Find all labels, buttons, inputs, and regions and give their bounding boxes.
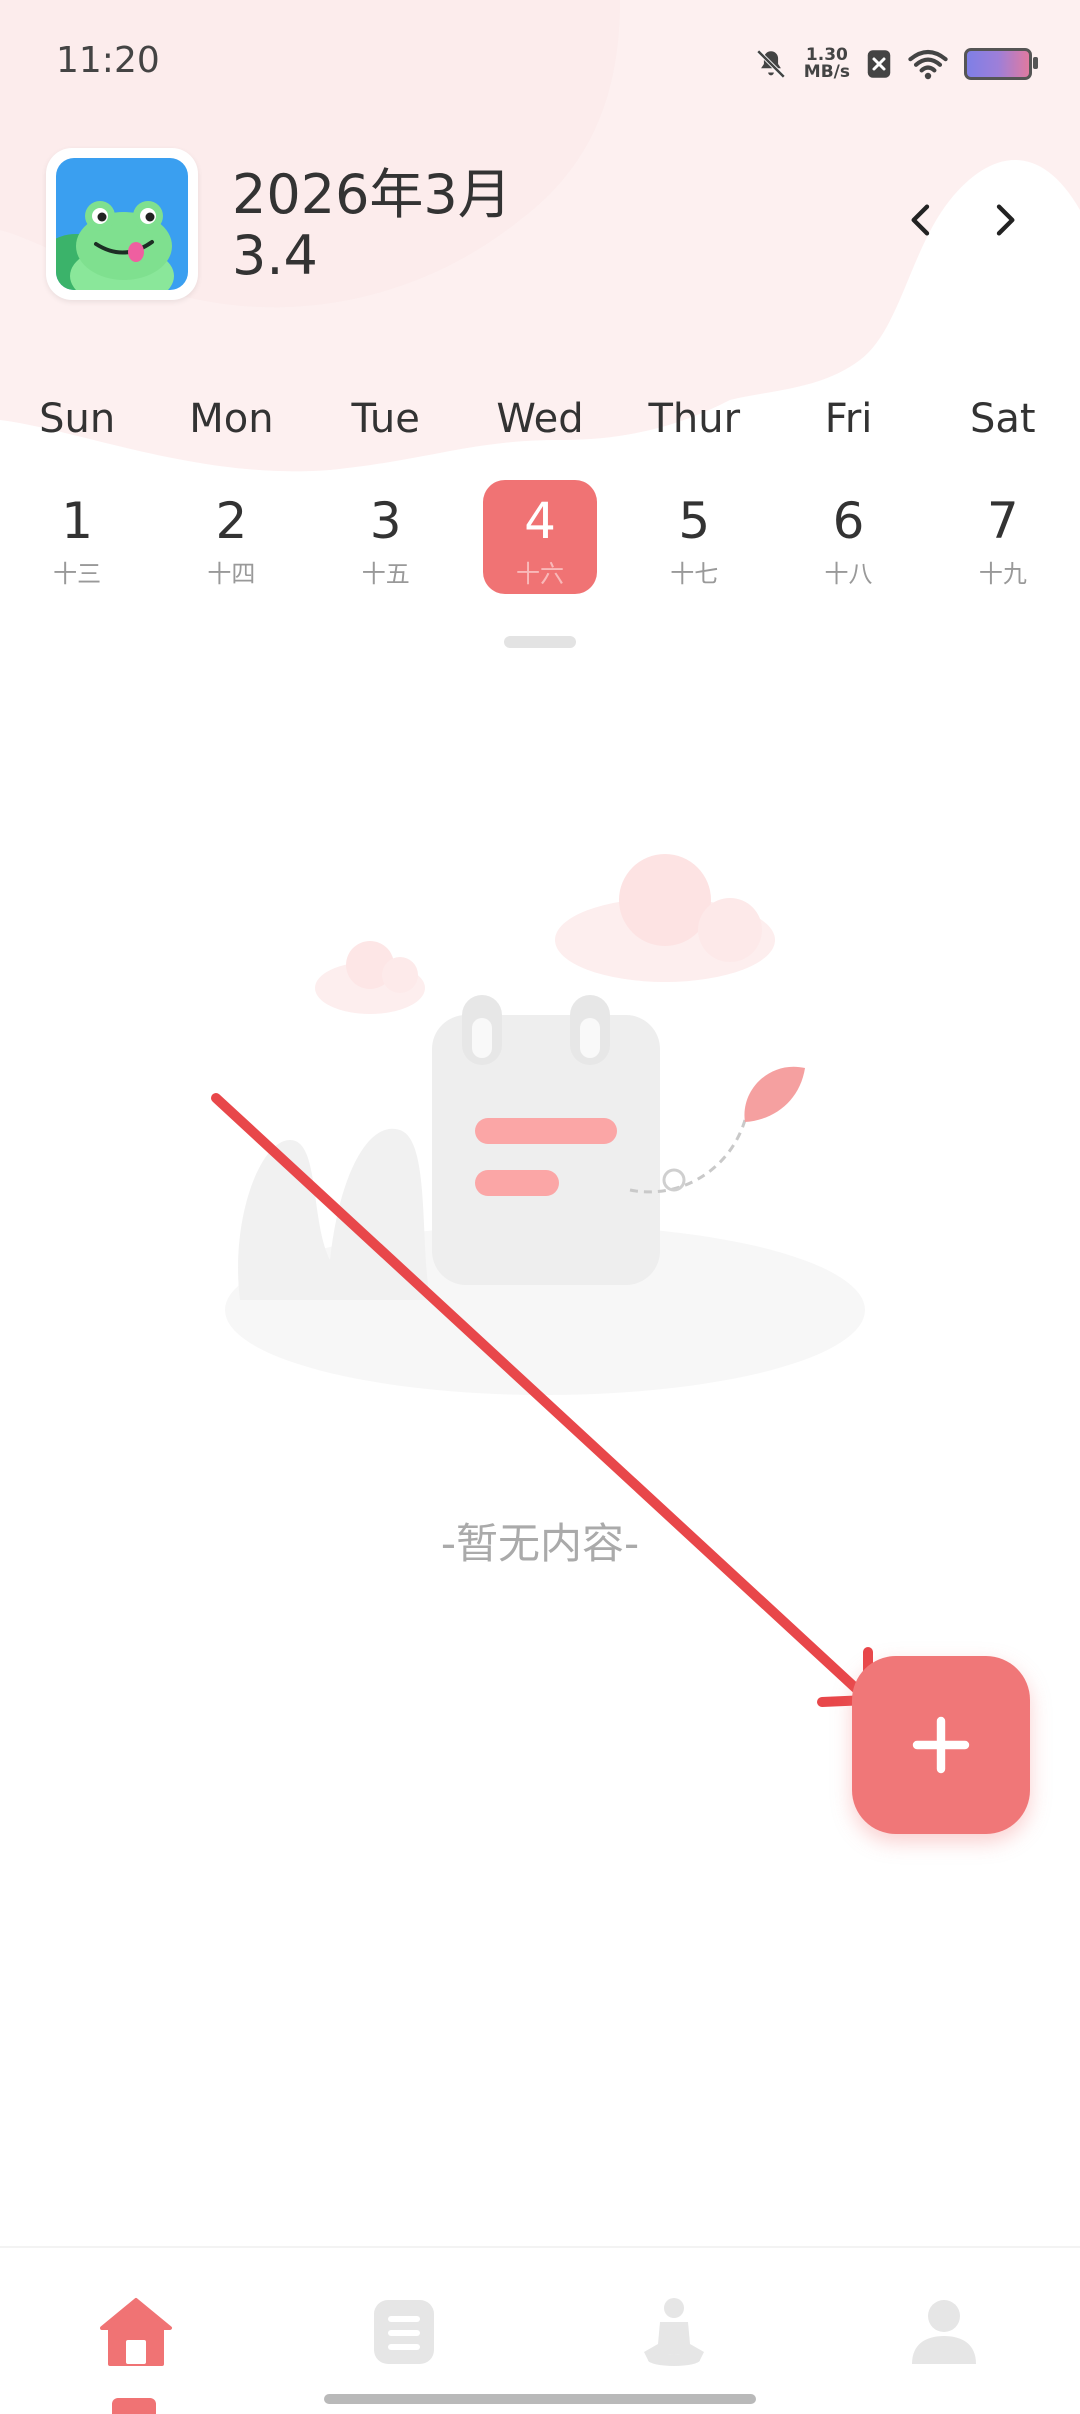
- weekday-label: Mon: [189, 396, 274, 442]
- avatar[interactable]: [46, 148, 198, 300]
- status-time: 11:20: [56, 40, 160, 81]
- day-number: 6: [832, 492, 865, 550]
- add-event-button[interactable]: [852, 1656, 1030, 1834]
- lunar-date: 十七: [670, 560, 719, 588]
- mute-icon: [756, 49, 786, 79]
- user-icon: [912, 2300, 976, 2364]
- day-cell[interactable]: 1 十三: [0, 480, 154, 600]
- status-icons: 1.30 MB/s: [754, 40, 1038, 88]
- nav-list[interactable]: [364, 2292, 444, 2372]
- weekday-label: Sun: [39, 396, 116, 442]
- weekday-row: Sun Mon Tue Wed Thur Fri Sat: [0, 396, 1080, 456]
- active-tab-indicator: [112, 2398, 156, 2414]
- nav-meditation[interactable]: [634, 2292, 714, 2372]
- home-icon: [100, 2298, 172, 2366]
- status-bar: 11:20 1.30 MB/s: [0, 0, 1080, 130]
- chevron-right-icon: [996, 204, 1015, 236]
- day-cell[interactable]: 7 十九: [926, 480, 1080, 600]
- gesture-bar: [324, 2394, 756, 2404]
- nav-home[interactable]: [96, 2292, 176, 2372]
- weekday-label: Sat: [970, 396, 1036, 442]
- net-speed-unit: MB/s: [803, 62, 850, 82]
- no-sim-icon: [867, 50, 891, 78]
- empty-state-text: -暂无内容-: [440, 1519, 640, 1568]
- battery-icon: [964, 48, 1038, 80]
- day-cell[interactable]: 5 十七: [617, 480, 771, 600]
- month-title: 2026年3月: [232, 163, 512, 226]
- day-number: 3: [369, 492, 402, 550]
- plus-icon: [912, 1716, 970, 1774]
- expand-calendar-handle[interactable]: [504, 636, 576, 648]
- frog-avatar-icon: [56, 158, 188, 290]
- day-number: 4: [524, 492, 556, 550]
- next-week-button[interactable]: [972, 188, 1036, 252]
- calendar-header: 2026年3月 3.4: [0, 140, 1080, 310]
- nav-user[interactable]: [904, 2292, 984, 2372]
- net-speed: 1.30 MB/s: [804, 47, 850, 81]
- chevron-left-icon: [911, 204, 930, 236]
- day-row: 1 十三 2 十四 3 十五 4 十六 5 十七 6 十八 7 十九: [0, 480, 1080, 600]
- lunar-date: 十八: [824, 560, 873, 588]
- weekday-label: Tue: [351, 396, 420, 442]
- selected-date: 3.4: [232, 224, 318, 287]
- lunar-date: 十四: [207, 560, 256, 588]
- empty-calendar-illustration: [225, 854, 865, 1395]
- lunar-date: 十五: [361, 560, 410, 588]
- day-number: 7: [986, 492, 1019, 550]
- day-cell[interactable]: 3 十五: [309, 480, 463, 600]
- lunar-date: 十三: [53, 560, 102, 588]
- day-cell[interactable]: 6 十八: [771, 480, 925, 600]
- lunar-date: 十九: [978, 560, 1027, 588]
- day-number: 2: [215, 492, 248, 550]
- day-cell-selected[interactable]: 4 十六: [463, 480, 617, 600]
- weekday-label: Thur: [648, 396, 741, 442]
- weekday-label: Fri: [824, 396, 873, 442]
- day-cell[interactable]: 2 十四: [154, 480, 308, 600]
- prev-week-button[interactable]: [890, 188, 954, 252]
- day-number: 5: [678, 492, 711, 550]
- list-icon: [374, 2300, 434, 2364]
- lunar-date: 十六: [515, 560, 564, 588]
- day-number: 1: [61, 492, 94, 550]
- wifi-icon: [908, 49, 948, 80]
- bottom-nav: [0, 2246, 1080, 2414]
- meditation-icon: [644, 2298, 704, 2366]
- weekday-label: Wed: [496, 396, 584, 442]
